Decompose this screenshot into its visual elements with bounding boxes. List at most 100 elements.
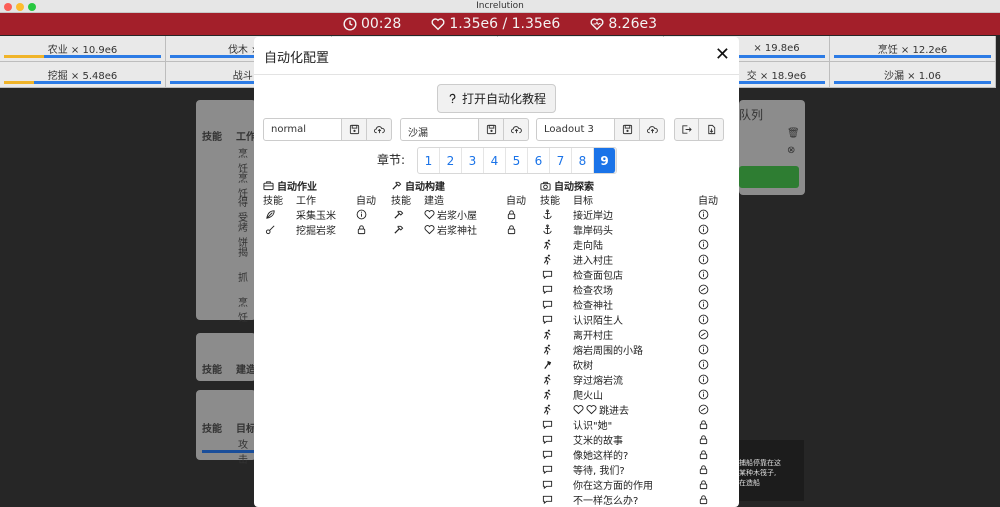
export-icon bbox=[682, 125, 692, 134]
explore-target-name: 艾米的故事 bbox=[573, 436, 623, 447]
open-tutorial-button[interactable]: 打开自动化教程 bbox=[437, 84, 556, 113]
auto-toggle-enabled-icon[interactable] bbox=[698, 359, 709, 370]
auto-toggle-enabled-icon[interactable] bbox=[698, 344, 709, 355]
loadout-name-input[interactable]: normal bbox=[263, 118, 342, 141]
chapter-tab-1[interactable]: 1 bbox=[418, 148, 440, 173]
auto-toggle-enabled-icon[interactable] bbox=[698, 269, 709, 280]
explore-target-name: 砍树 bbox=[573, 361, 593, 372]
explore-rows: 接近岸边 靠岸码头 走向陆 进入村庄 检查面包店 检查农场 检查神社 认识陌生人 离开村庄 熔岩周… bbox=[540, 207, 730, 507]
table-row: 穿过熔岩流 bbox=[540, 372, 730, 387]
lock-icon[interactable] bbox=[698, 449, 709, 460]
lock-icon[interactable] bbox=[698, 434, 709, 445]
table-row: 熔岩周围的小路 bbox=[540, 342, 730, 357]
auto-jobs-section: 自动作业 技能 工作 自动 采集玉米 挖掘岩浆 bbox=[263, 178, 383, 237]
chapter-tab-8[interactable]: 8 bbox=[572, 148, 594, 173]
lock-icon[interactable] bbox=[698, 464, 709, 475]
explore-target-name: 像她这样的? bbox=[573, 451, 629, 462]
explore-target-name: 检查神社 bbox=[573, 301, 613, 312]
modal-title: 自动化配置 bbox=[264, 51, 330, 66]
table-header: 技能 建造 自动 bbox=[391, 196, 526, 207]
auto-toggle-enabled-icon[interactable] bbox=[698, 209, 709, 220]
explore-target-name: 检查农场 bbox=[573, 286, 613, 297]
auto-toggle-partial-icon[interactable] bbox=[698, 284, 709, 295]
clock-icon bbox=[343, 17, 357, 31]
load-loadout-button[interactable] bbox=[504, 118, 529, 141]
auto-toggle-enabled-icon[interactable] bbox=[698, 254, 709, 265]
hammer-icon bbox=[394, 210, 404, 219]
auto-toggle-enabled-icon[interactable] bbox=[356, 209, 367, 220]
lock-icon[interactable] bbox=[698, 479, 709, 490]
auto-toggle-enabled-icon[interactable] bbox=[698, 239, 709, 250]
heart-icon bbox=[431, 18, 445, 31]
chapter-tab-7[interactable]: 7 bbox=[550, 148, 572, 173]
auto-toggle-enabled-icon[interactable] bbox=[698, 314, 709, 325]
lock-icon[interactable] bbox=[698, 494, 709, 505]
chapter-tab-3[interactable]: 3 bbox=[462, 148, 484, 173]
explore-target-name: 跳进去 bbox=[599, 406, 629, 417]
close-icon[interactable]: ✕ bbox=[715, 44, 730, 65]
loadout-name-input[interactable]: 沙漏 bbox=[400, 118, 479, 141]
jobs-panel-background: 技能 工作 烹饪 烹饪 得受 烤饼 揭 抓 烹饪 bbox=[196, 100, 256, 324]
skill-hourglass[interactable]: 沙漏 × 1.06 bbox=[830, 62, 996, 88]
auto-toggle-partial-icon[interactable] bbox=[698, 404, 709, 415]
explore-target-name: 离开村庄 bbox=[573, 331, 613, 342]
table-row: 不一样怎么办? bbox=[540, 492, 730, 507]
auto-toggle-enabled-icon[interactable] bbox=[698, 389, 709, 400]
explore-target-name: 靠岸码头 bbox=[573, 226, 613, 237]
skill-cooking[interactable]: 烹饪 × 12.2e6 bbox=[830, 36, 996, 62]
skill-digging[interactable]: 挖掘 × 5.48e6 bbox=[0, 62, 166, 88]
window-titlebar: Increlution bbox=[0, 0, 1000, 13]
question-icon bbox=[449, 93, 456, 104]
save-icon bbox=[486, 124, 496, 135]
save-loadout-button[interactable] bbox=[479, 118, 504, 141]
chapter-tab-2[interactable]: 2 bbox=[440, 148, 462, 173]
lock-icon[interactable] bbox=[506, 224, 517, 235]
chat-icon bbox=[542, 315, 553, 325]
skill-agriculture[interactable]: 农业 × 10.9e6 bbox=[0, 36, 166, 62]
table-row: 岩浆小屋 bbox=[391, 207, 541, 222]
loadout-name-input[interactable]: Loadout 3 bbox=[536, 118, 615, 141]
run-icon bbox=[543, 374, 551, 385]
explore-target-name: 认识陌生人 bbox=[573, 316, 623, 327]
lock-icon[interactable] bbox=[698, 419, 709, 430]
chapter-tab-4[interactable]: 4 bbox=[484, 148, 506, 173]
export-button[interactable] bbox=[674, 118, 699, 141]
anchor-icon bbox=[543, 209, 552, 220]
build-panel-background: 技能 建造 bbox=[196, 333, 256, 381]
explore-target-name: 认识"她" bbox=[573, 421, 613, 432]
hammer-icon bbox=[392, 181, 402, 190]
table-row: 进入村庄 bbox=[540, 252, 730, 267]
table-row: 检查农场 bbox=[540, 282, 730, 297]
auto-toggle-enabled-icon[interactable] bbox=[698, 299, 709, 310]
table-row: 艾米的故事 bbox=[540, 432, 730, 447]
auto-toggle-enabled-icon[interactable] bbox=[698, 224, 709, 235]
load-loadout-button[interactable] bbox=[367, 118, 392, 141]
load-loadout-button[interactable] bbox=[640, 118, 665, 141]
zoom-window-button[interactable] bbox=[28, 3, 36, 11]
chat-icon bbox=[542, 495, 553, 505]
close-window-button[interactable] bbox=[4, 3, 12, 11]
trash-icon[interactable]: 🗑 bbox=[787, 128, 800, 139]
health-stat: 1.35e6 / 1.35e6 bbox=[431, 16, 560, 32]
queue-start-button[interactable] bbox=[739, 166, 799, 188]
import-button[interactable] bbox=[699, 118, 724, 141]
explore-target-name: 穿过熔岩流 bbox=[573, 376, 623, 387]
auto-toggle-partial-icon[interactable] bbox=[698, 329, 709, 340]
run-icon bbox=[543, 329, 551, 340]
minimize-window-button[interactable] bbox=[16, 3, 24, 11]
chat-icon bbox=[542, 420, 553, 430]
table-row: 你在这方面的作用 bbox=[540, 477, 730, 492]
chat-icon bbox=[542, 285, 553, 295]
lock-icon[interactable] bbox=[356, 224, 367, 235]
save-icon bbox=[349, 124, 359, 135]
chapter-tab-6[interactable]: 6 bbox=[528, 148, 550, 173]
chat-icon bbox=[542, 435, 553, 445]
save-loadout-button[interactable] bbox=[615, 118, 640, 141]
chapter-tab-5[interactable]: 5 bbox=[506, 148, 528, 173]
save-loadout-button[interactable] bbox=[342, 118, 367, 141]
lock-icon[interactable] bbox=[506, 209, 517, 220]
lifespan-stat: 8.26e3 bbox=[590, 16, 657, 32]
auto-toggle-enabled-icon[interactable] bbox=[698, 374, 709, 385]
cancel-icon[interactable]: ⊗ bbox=[787, 145, 795, 156]
chapter-tab-9[interactable]: 9 bbox=[594, 148, 616, 173]
